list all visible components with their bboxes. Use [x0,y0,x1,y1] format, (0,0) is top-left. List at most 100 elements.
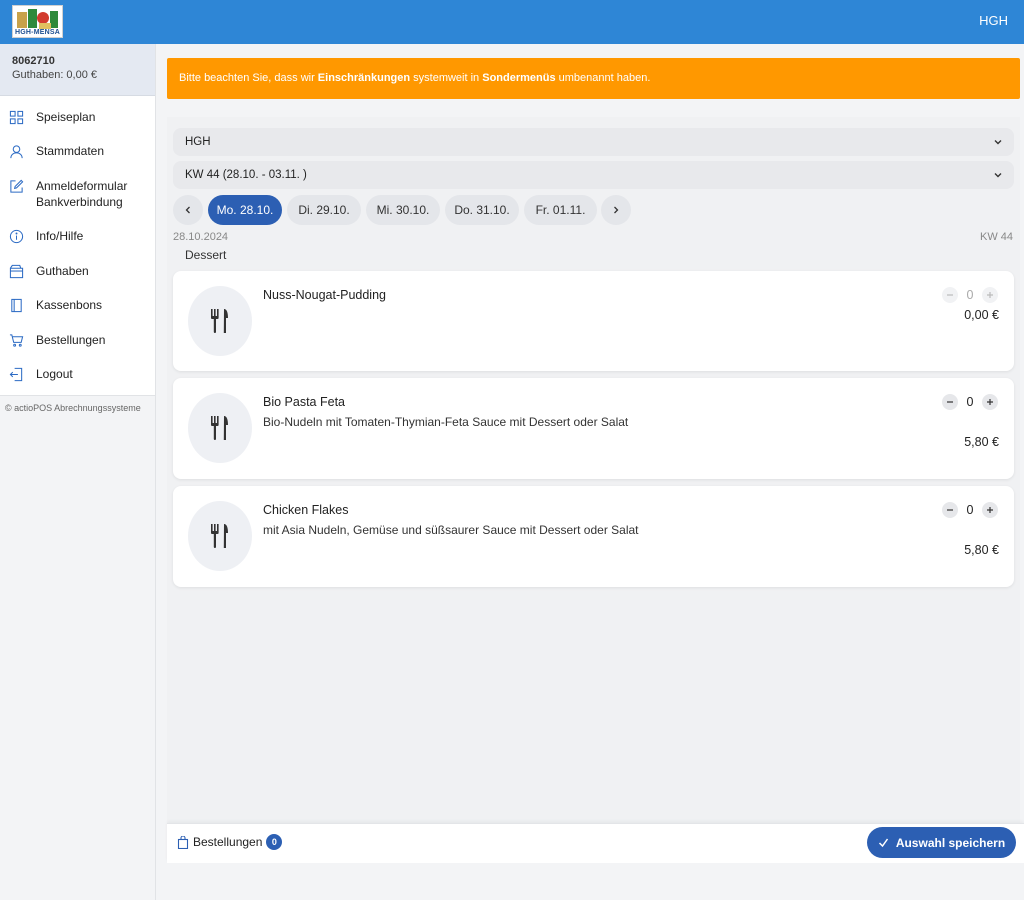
orders-count-badge: 0 [266,834,283,850]
sidebar-item-label: Stammdaten [36,144,105,159]
location-select-value: HGH [185,136,211,148]
plus-icon [987,292,993,298]
menu-item-card: Chicken Flakes mit Asia Nudeln, Gemüse u… [173,486,1014,587]
receipt-book-icon [11,299,22,313]
sidebar-item-label: Speiseplan [36,110,96,124]
day-tab-monday[interactable]: Mo. 28.10. [208,195,282,225]
menu-item-price: 5,80 € [964,543,999,557]
notice-bold-text: Einschränkungen [317,72,411,84]
chevron-right-icon [614,206,619,214]
logout-icon [9,367,23,382]
sidebar-item-label: Anmeldeformular Bankverbindung [36,178,128,209]
sidebar-item-stammdaten[interactable]: Stammdaten [0,135,155,169]
week-select-value: KW 44 (28.10. - 03.11. ) [185,169,307,181]
quantity-stepper: 0 [942,502,998,518]
grid-icon [9,110,24,125]
minus-icon [947,401,953,403]
menu-item-title: Nuss-Nougat-Pudding [263,288,386,302]
sidebar-menu: Speiseplan Stammdaten Anmeldeformular Ba… [0,96,155,397]
day-tab-wednesday[interactable]: Mi. 30.10. [366,195,440,225]
quantity-value: 0 [966,503,974,517]
info-icon [9,230,24,244]
copyright: © actioPOS Abrechnungssysteme [5,403,141,414]
cutlery-icon [211,309,228,333]
logo[interactable]: HGH-MENSA [12,5,63,38]
cutlery-icon [211,416,228,440]
location-select[interactable]: HGH [173,128,1014,156]
day-selector: Mo. 28.10. Di. 29.10. Mi. 30.10. Do. 31.… [173,195,1014,225]
day-tab-friday[interactable]: Fr. 01.11. [524,195,597,225]
quantity-stepper: 0 [942,394,998,410]
notice-bold-text: Sondermenüs [482,72,556,84]
prev-week-button[interactable] [173,195,203,225]
quantity-value: 0 [966,395,974,409]
menu-item-price: 0,00 € [964,308,999,322]
sidebar-item-label: Guthaben [36,263,89,278]
day-tab-tuesday[interactable]: Di. 29.10. [287,195,361,225]
sidebar-item-info[interactable]: Info/Hilfe [0,220,155,254]
minus-icon [947,509,953,511]
notice-text: Bitte beachten Sie, dass wir [179,72,318,84]
sidebar-item-label: Logout [36,366,73,381]
account-balance: Guthaben: 0,00 € [12,69,98,81]
sidebar-item-anmeldeformular[interactable]: Anmeldeformular Bankverbindung [0,170,155,221]
increase-quantity-button[interactable] [982,287,998,303]
chevron-down-icon [994,173,1002,178]
selected-week: KW 44 [979,231,1013,243]
menu-item-description: mit Asia Nudeln, Gemüse und süßsaurer Sa… [263,523,639,537]
sidebar-item-label: Kassenbons [36,298,103,313]
edit-icon [10,179,24,193]
shopping-bag-icon [177,835,189,849]
increase-quantity-button[interactable] [982,502,998,518]
quantity-stepper: 0 [942,287,998,303]
checkmark-icon [878,838,888,848]
sidebar-item-logout[interactable]: Logout [0,358,155,392]
notice-text: systemweit in [410,72,483,84]
quantity-value: 0 [966,288,974,302]
sidebar-item-speiseplan[interactable]: Speiseplan [0,101,155,135]
menu-item-image [188,501,252,571]
decrease-quantity-button[interactable] [942,394,958,410]
sidebar-item-bestellungen[interactable]: Bestellungen [0,324,155,358]
user-icon [10,145,23,159]
save-selection-label: Auswahl speichern [895,835,1006,850]
save-selection-button[interactable]: Auswahl speichern [867,827,1016,858]
menu-item-image [188,393,252,463]
account-id: 8062710 [12,55,55,67]
category-label: Dessert [185,248,227,262]
minus-icon [947,294,953,296]
menu-item-price: 5,80 € [964,435,999,449]
plus-icon [987,399,993,405]
decrease-quantity-button[interactable] [942,502,958,518]
sidebar: 8062710 Guthaben: 0,00 € Speiseplan Stam… [0,44,156,900]
menu-item-title: Bio Pasta Feta [263,395,345,409]
menu-item-title: Chicken Flakes [263,503,349,517]
decrease-quantity-button[interactable] [942,287,958,303]
chevron-down-icon [994,140,1002,145]
bottom-bar: Bestellungen 0 Auswahl speichern [167,823,1024,863]
chevron-left-icon [185,206,190,214]
next-week-button[interactable] [601,195,631,225]
menu-item-card: Bio Pasta Feta Bio-Nudeln mit Tomaten-Th… [173,378,1014,479]
increase-quantity-button[interactable] [982,394,998,410]
plus-icon [987,507,993,513]
selected-date: 28.10.2024 [173,231,229,243]
menu-item-card: Nuss-Nougat-Pudding 0 0,00 € [173,271,1014,371]
sidebar-item-kassenbons[interactable]: Kassenbons [0,289,155,323]
cutlery-icon [211,524,228,548]
wallet-icon [9,264,24,278]
sidebar-item-guthaben[interactable]: Guthaben [0,255,155,289]
logo-text: HGH-MENSA [15,29,60,36]
day-tab-thursday[interactable]: Do. 31.10. [445,195,519,225]
orders-button[interactable]: Bestellungen 0 [177,834,283,850]
cart-icon [9,333,24,347]
menu-item-description: Bio-Nudeln mit Tomaten-Thymian-Feta Sauc… [263,415,629,429]
menu-panel: HGH KW 44 (28.10. - 03.11. ) Mo. 28.10. … [167,117,1020,823]
account-info: 8062710 Guthaben: 0,00 € [0,44,155,96]
orders-label: Bestellungen [193,835,263,849]
user-name[interactable]: HGH [979,13,1008,28]
notice-banner: Bitte beachten Sie, dass wir Einschränku… [167,58,1020,99]
week-select[interactable]: KW 44 (28.10. - 03.11. ) [173,161,1014,189]
sidebar-item-label: Bestellungen [36,332,106,347]
notice-text: umbenannt haben. [555,72,651,84]
